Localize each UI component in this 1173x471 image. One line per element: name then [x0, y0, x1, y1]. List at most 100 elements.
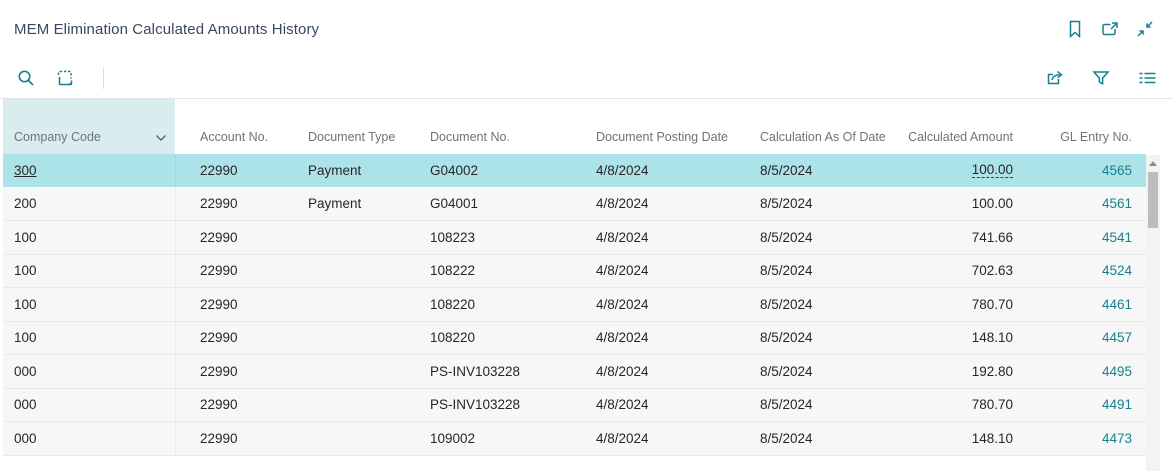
column-header-document-type[interactable]: Document Type	[293, 99, 418, 154]
cell-calculation-as-of-date[interactable]: 8/5/2024	[748, 330, 883, 345]
cell-account-no[interactable]: 22990	[175, 263, 293, 278]
cell-account-no[interactable]: 22990	[175, 230, 293, 245]
gl-entry-link[interactable]: 4565	[1102, 163, 1132, 178]
column-header-company-code[interactable]: Company Code	[3, 99, 175, 154]
column-header-document-posting-date[interactable]: Document Posting Date	[593, 99, 748, 154]
cell-document-no[interactable]: PS-INV103228	[418, 364, 593, 379]
table-row[interactable]: 100 22990 108220 4/8/2024 8/5/2024 148.10 4457	[3, 321, 1146, 355]
cell-calculated-amount[interactable]: 192.80	[883, 364, 1023, 379]
cell-gl-entry-no[interactable]: 4565	[1023, 163, 1146, 178]
cell-gl-entry-no[interactable]: 4524	[1023, 263, 1146, 278]
list-options-icon[interactable]	[1137, 68, 1157, 88]
gl-entry-link[interactable]: 4473	[1102, 431, 1132, 446]
chevron-down-icon[interactable]	[155, 134, 167, 144]
table-row[interactable]: 100 22990 108222 4/8/2024 8/5/2024 702.63 4524	[3, 254, 1146, 288]
cell-account-no[interactable]: 22990	[175, 431, 293, 446]
cell-gl-entry-no[interactable]: 4457	[1023, 330, 1146, 345]
cell-company-code[interactable]: 100	[3, 230, 175, 245]
cell-document-posting-date[interactable]: 4/8/2024	[593, 263, 748, 278]
cell-account-no[interactable]: 22990	[175, 297, 293, 312]
cell-account-no[interactable]: 22990	[175, 397, 293, 412]
cell-document-posting-date[interactable]: 4/8/2024	[593, 196, 748, 211]
gl-entry-link[interactable]: 4457	[1102, 330, 1132, 345]
cell-company-code[interactable]: 100	[3, 297, 175, 312]
cell-gl-entry-no[interactable]: 4541	[1023, 230, 1146, 245]
cell-document-no[interactable]: 108220	[418, 330, 593, 345]
table-row[interactable]: 000 22990 PS-INV103228 4/8/2024 8/5/2024 192.…	[3, 355, 1146, 389]
cell-company-code[interactable]: 000	[3, 431, 175, 446]
column-header-account-no[interactable]: Account No.	[175, 99, 293, 154]
cell-document-posting-date[interactable]: 4/8/2024	[593, 163, 748, 178]
cell-calculated-amount[interactable]: 148.10	[883, 330, 1023, 345]
table-row[interactable]: 300 22990 Payment G04002 4/8/2024 8/5/2024 100…	[3, 154, 1146, 188]
cell-company-code[interactable]: 000	[3, 397, 175, 412]
table-row[interactable]: 100 22990 108220 4/8/2024 8/5/2024 780.70 4461	[3, 288, 1146, 322]
cell-document-no[interactable]: G04002	[418, 163, 593, 178]
cell-document-posting-date[interactable]: 4/8/2024	[593, 431, 748, 446]
cell-gl-entry-no[interactable]: 4461	[1023, 297, 1146, 312]
cell-document-posting-date[interactable]: 4/8/2024	[593, 397, 748, 412]
gl-entry-link[interactable]: 4541	[1102, 230, 1132, 245]
cell-calculation-as-of-date[interactable]: 8/5/2024	[748, 263, 883, 278]
table-row[interactable]: 000 22990 109002 4/8/2024 8/5/2024 148.10 4473	[3, 422, 1146, 456]
cell-account-no[interactable]: 22990	[175, 163, 293, 178]
cell-calculated-amount[interactable]: 702.63	[883, 263, 1023, 278]
cell-calculated-amount[interactable]: 780.70	[883, 397, 1023, 412]
gl-entry-link[interactable]: 4561	[1102, 196, 1132, 211]
filter-icon[interactable]	[1091, 68, 1111, 88]
cell-company-code[interactable]: 200	[3, 196, 175, 211]
cell-calculation-as-of-date[interactable]: 8/5/2024	[748, 297, 883, 312]
cell-calculation-as-of-date[interactable]: 8/5/2024	[748, 397, 883, 412]
column-header-document-no[interactable]: Document No.	[418, 99, 593, 154]
cell-document-no[interactable]: G04001	[418, 196, 593, 211]
table-row[interactable]: 100 22990 108223 4/8/2024 8/5/2024 741.66 4541	[3, 221, 1146, 255]
cell-company-code[interactable]: 300	[3, 163, 175, 178]
column-header-calculation-as-of-date[interactable]: Calculation As Of Date	[748, 99, 886, 154]
cell-gl-entry-no[interactable]: 4561	[1023, 196, 1146, 211]
cell-document-type[interactable]: Payment	[293, 163, 418, 178]
gl-entry-link[interactable]: 4491	[1102, 397, 1132, 412]
cell-document-posting-date[interactable]: 4/8/2024	[593, 297, 748, 312]
cell-document-no[interactable]: 109002	[418, 431, 593, 446]
cell-gl-entry-no[interactable]: 4473	[1023, 431, 1146, 446]
cell-calculation-as-of-date[interactable]: 8/5/2024	[748, 431, 883, 446]
gl-entry-link[interactable]: 4524	[1102, 263, 1132, 278]
cell-company-code[interactable]: 100	[3, 263, 175, 278]
scrollbar-thumb[interactable]	[1148, 172, 1158, 228]
cell-calculated-amount[interactable]: 100.00	[883, 196, 1023, 211]
cell-document-no[interactable]: 108223	[418, 230, 593, 245]
cell-document-posting-date[interactable]: 4/8/2024	[593, 230, 748, 245]
cell-calculated-amount[interactable]: 780.70	[883, 297, 1023, 312]
cell-calculated-amount[interactable]: 148.10	[883, 431, 1023, 446]
share-icon[interactable]	[1045, 68, 1065, 88]
bookmark-icon[interactable]	[1065, 19, 1085, 39]
cell-calculation-as-of-date[interactable]: 8/5/2024	[748, 163, 883, 178]
table-row[interactable]: 000 22990 PS-INV103228 4/8/2024 8/5/2024 780.…	[3, 388, 1146, 422]
column-header-gl-entry-no[interactable]: GL Entry No.	[1023, 99, 1146, 154]
cell-calculation-as-of-date[interactable]: 8/5/2024	[748, 196, 883, 211]
column-header-calculated-amount[interactable]: Calculated Amount	[883, 99, 1023, 154]
cell-document-posting-date[interactable]: 4/8/2024	[593, 330, 748, 345]
cell-company-code[interactable]: 000	[3, 364, 175, 379]
cell-document-no[interactable]: PS-INV103228	[418, 397, 593, 412]
cell-calculated-amount[interactable]: 100.00	[883, 162, 1023, 179]
cell-gl-entry-no[interactable]: 4491	[1023, 397, 1146, 412]
cell-account-no[interactable]: 22990	[175, 330, 293, 345]
collapse-icon[interactable]	[1135, 19, 1155, 39]
cell-account-no[interactable]: 22990	[175, 196, 293, 211]
cell-document-no[interactable]: 108220	[418, 297, 593, 312]
gl-entry-link[interactable]: 4461	[1102, 297, 1132, 312]
cell-account-no[interactable]: 22990	[175, 364, 293, 379]
cell-document-posting-date[interactable]: 4/8/2024	[593, 364, 748, 379]
open-in-new-window-icon[interactable]	[1100, 19, 1120, 39]
analyze-icon[interactable]	[55, 68, 75, 88]
cell-gl-entry-no[interactable]: 4495	[1023, 364, 1146, 379]
cell-calculation-as-of-date[interactable]: 8/5/2024	[748, 230, 883, 245]
cell-calculated-amount[interactable]: 741.66	[883, 230, 1023, 245]
gl-entry-link[interactable]: 4495	[1102, 364, 1132, 379]
scrollbar-up-arrow[interactable]	[1146, 155, 1160, 171]
cell-company-code[interactable]: 100	[3, 330, 175, 345]
cell-document-no[interactable]: 108222	[418, 263, 593, 278]
vertical-scrollbar[interactable]	[1146, 155, 1160, 471]
table-row[interactable]: 200 22990 Payment G04001 4/8/2024 8/5/2024 100…	[3, 187, 1146, 221]
